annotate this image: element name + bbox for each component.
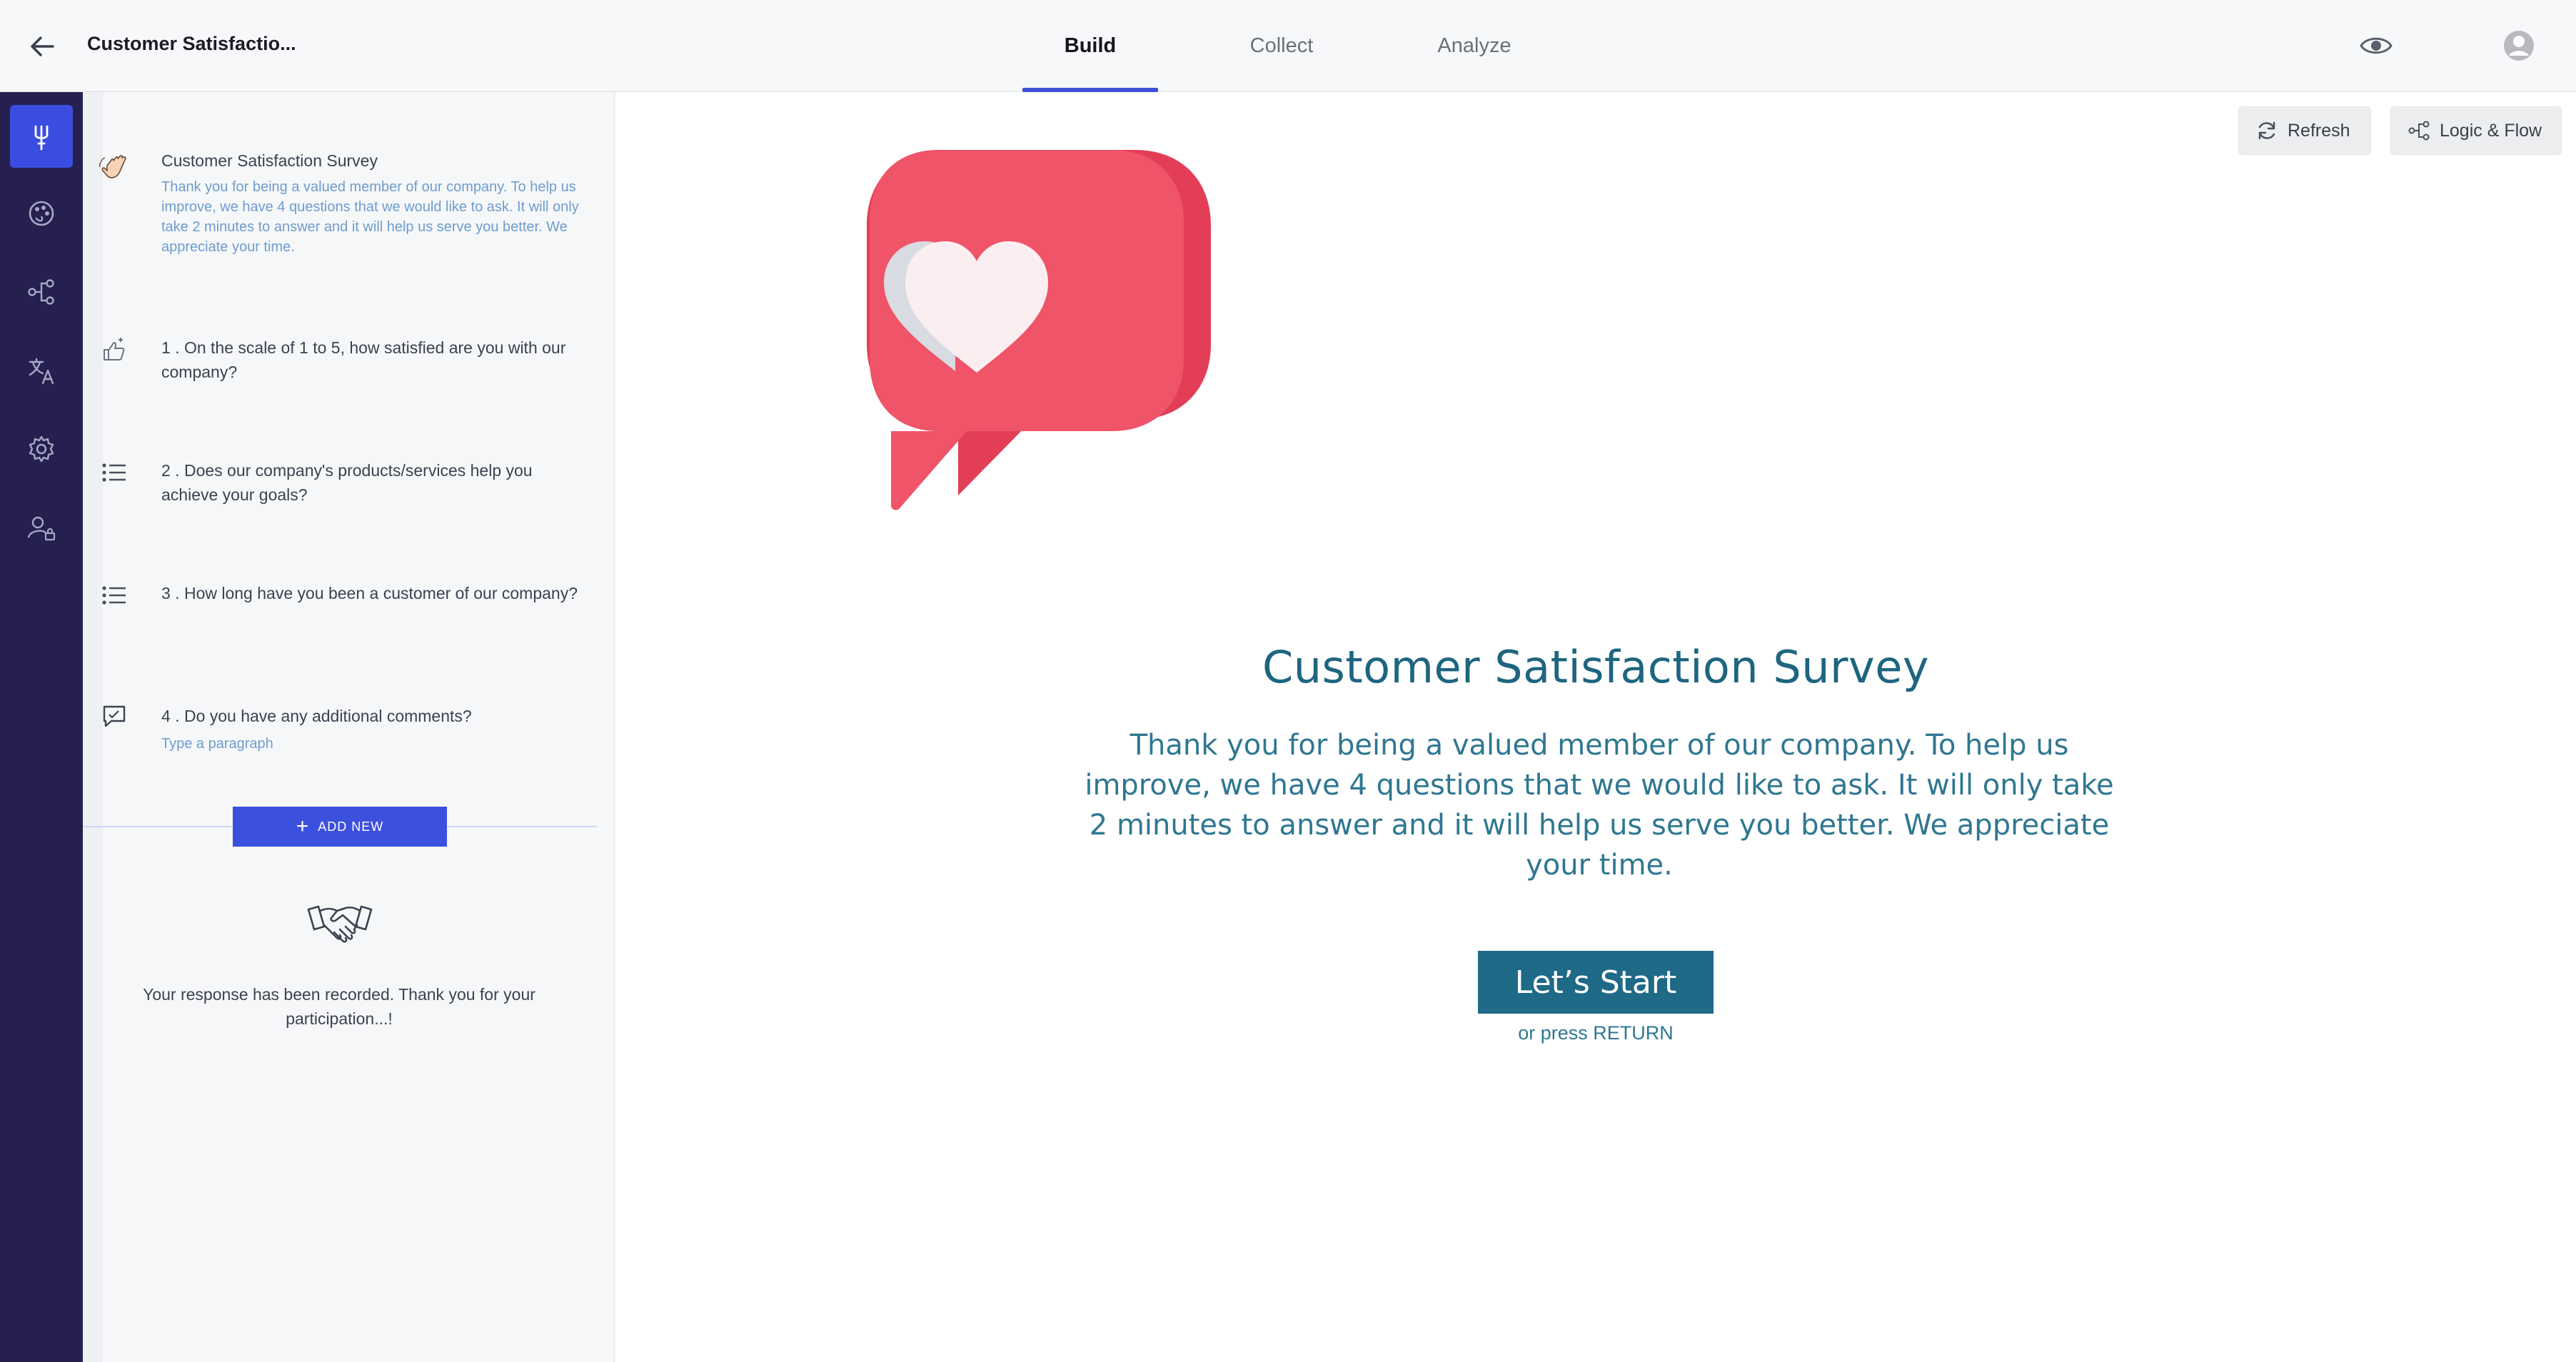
fork-build-icon[interactable] — [10, 105, 73, 168]
question-text: 2 . Does our company's products/services… — [161, 461, 533, 504]
paragraph-placeholder: Type a paragraph — [161, 736, 273, 752]
eye-icon[interactable] — [2358, 27, 2395, 64]
refresh-icon — [2258, 121, 2275, 140]
survey-name: Customer Satisfactio... — [87, 33, 296, 54]
question-text: 4 . Do you have any additional comments? — [161, 707, 472, 725]
flow-icon[interactable] — [10, 261, 73, 323]
question-item-3[interactable]: 3 . How long have you been a customer of… — [161, 581, 583, 605]
waving-hand-icon — [99, 153, 130, 184]
plus-icon: + — [296, 814, 310, 838]
user-lock-icon[interactable] — [10, 496, 73, 559]
tab-collect[interactable]: Collect — [1214, 0, 1349, 92]
logic-flow-button[interactable]: Logic & Flow — [2390, 106, 2562, 155]
survey-description: Thank you for being a valued member of o… — [1085, 729, 2114, 882]
question-text: 1 . On the scale of 1 to 5, how satisfie… — [161, 338, 566, 381]
heart-speech-bubble-icon — [798, 150, 1327, 550]
logic-flow-label: Logic & Flow — [2440, 120, 2542, 141]
question-item-2[interactable]: 2 . Does our company's products/services… — [161, 458, 583, 507]
user-avatar-icon[interactable] — [2500, 27, 2537, 64]
refresh-label: Refresh — [2288, 120, 2350, 141]
tab-build[interactable]: Build — [1022, 0, 1158, 92]
welcome-screen-item[interactable]: Customer Satisfaction Survey Thank you f… — [161, 148, 583, 257]
question-text: 3 . How long have you been a customer of… — [161, 584, 578, 602]
survey-title: Customer Satisfaction Survey — [1262, 641, 1930, 693]
add-new-button[interactable]: + ADD NEW — [233, 807, 447, 847]
list-icon — [99, 580, 130, 611]
translate-icon[interactable] — [10, 339, 73, 402]
handshake-icon — [306, 898, 374, 951]
lets-start-button[interactable]: Let’s Start — [1478, 951, 1714, 1014]
comment-icon — [99, 701, 130, 732]
refresh-button[interactable]: Refresh — [2238, 106, 2371, 155]
welcome-description: Thank you for being a valued member of o… — [161, 179, 579, 255]
question-item-1[interactable]: 1 . On the scale of 1 to 5, how satisfie… — [161, 336, 583, 384]
palette-icon[interactable] — [10, 182, 73, 245]
top-bar: Customer Satisfactio... Build Collect An… — [0, 0, 2576, 92]
left-nav-rail — [0, 92, 83, 1362]
press-return-hint: or press RETURN — [1518, 1022, 1674, 1044]
add-new-label: ADD NEW — [318, 819, 384, 834]
flow-icon — [2408, 121, 2430, 141]
thumbs-rating-icon — [99, 334, 130, 365]
list-icon — [99, 457, 130, 488]
back-arrow-icon[interactable] — [24, 29, 60, 64]
gear-icon[interactable] — [10, 418, 73, 480]
tab-analyze[interactable]: Analyze — [1407, 0, 1542, 92]
question-item-4[interactable]: 4 . Do you have any additional comments?… — [161, 704, 583, 754]
thank-you-message: Your response has been recorded. Thank y… — [143, 985, 535, 1028]
welcome-title: Customer Satisfaction Survey — [161, 151, 378, 170]
